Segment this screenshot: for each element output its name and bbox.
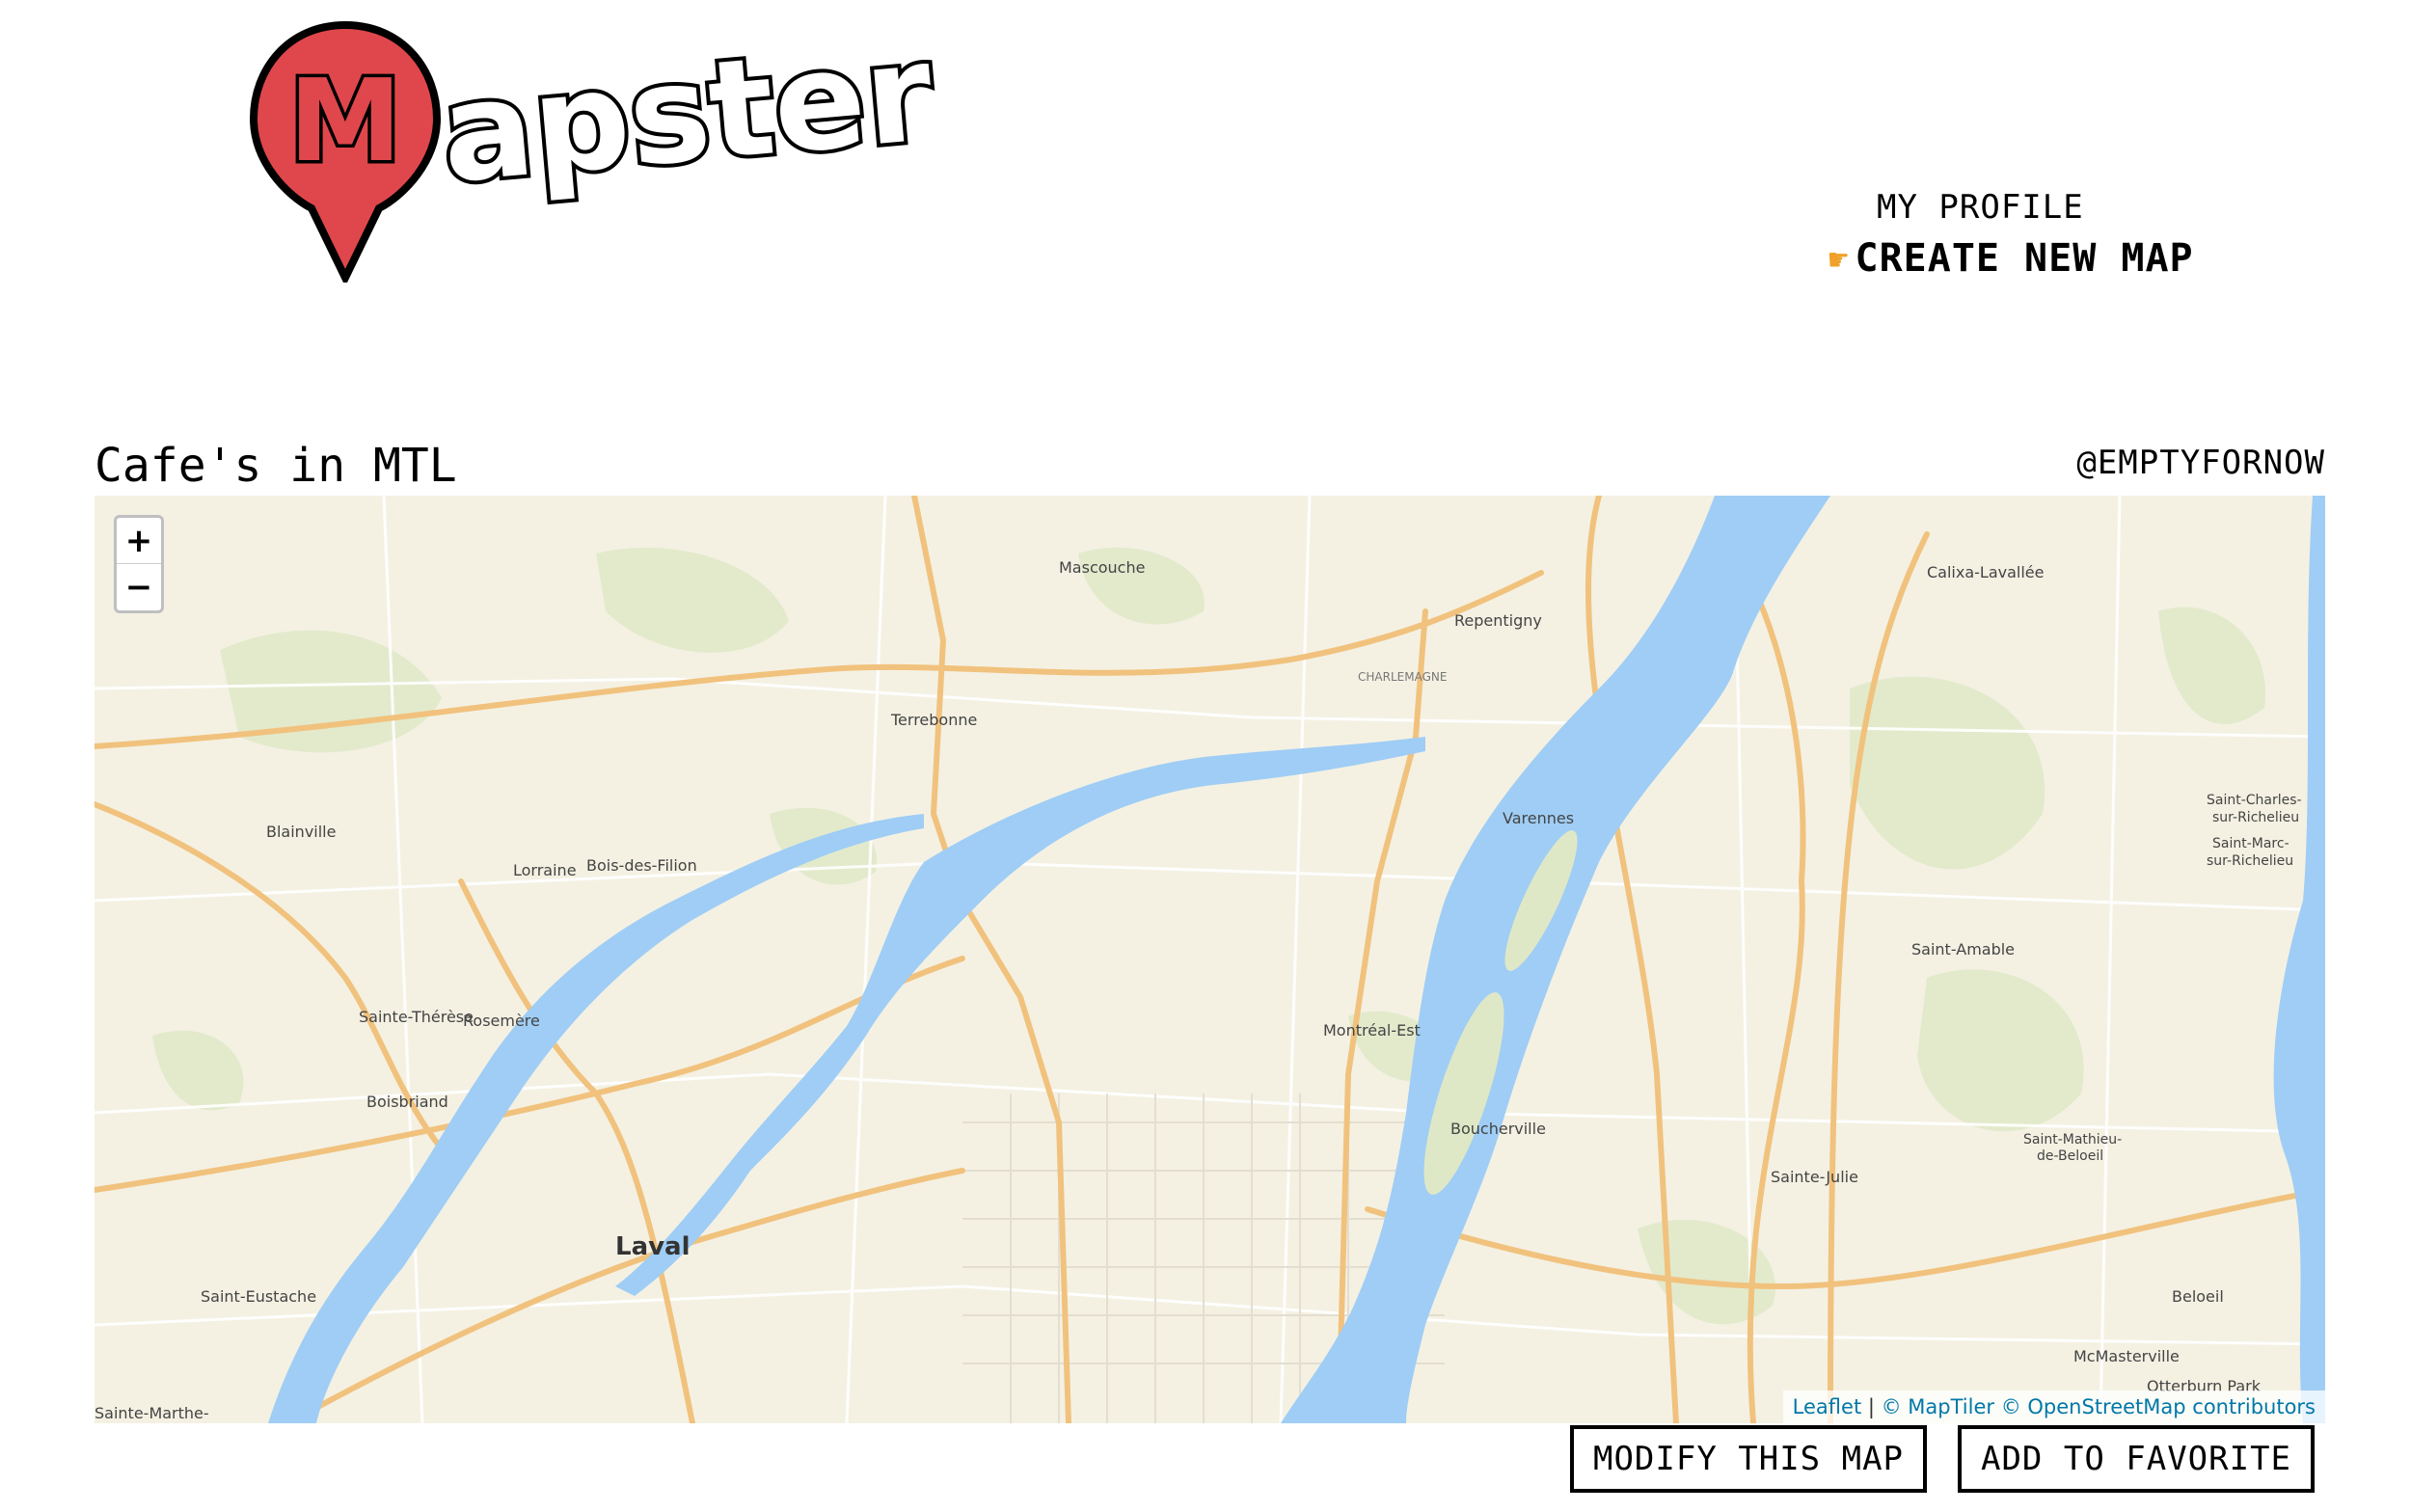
map-tiles[interactable]: Mascouche Repentigny Calixa-Lavallée Ter… [95,496,2325,1423]
modify-map-button[interactable]: MODIFY THIS MAP [1570,1425,1927,1493]
place-label: Lorraine [513,861,577,879]
place-label: de-Beloeil [2037,1148,2103,1164]
place-label: Saint-Mathieu- [2023,1132,2122,1148]
place-label: Saint-Marc- [2212,836,2289,851]
svg-text:M: M [288,54,401,187]
place-label: Laval [615,1232,691,1261]
place-label: Repentigny [1454,611,1542,630]
place-label: Sainte-Julie [1771,1168,1858,1186]
place-label: sur-Richelieu [2212,810,2299,825]
place-label: Montréal-Est [1323,1021,1421,1040]
place-label: Boucherville [1450,1120,1546,1138]
pointing-hand-icon: ☛ [1829,241,1850,280]
map-attribution: Leaflet | © MapTiler © OpenStreetMap con… [1782,1390,2325,1423]
attribution-separator: | [1861,1395,1882,1418]
place-label: Calixa-Lavallée [1927,563,2044,581]
maptiler-link[interactable]: © MapTiler [1882,1395,1994,1418]
zoom-in-button[interactable]: + [117,518,161,564]
zoom-control: + − [114,515,164,613]
place-label: sur-Richelieu [2207,853,2293,869]
nav-create-new-map[interactable]: ☛ CREATE NEW MAP [1829,236,2234,281]
place-label: CHARLEMAGNE [1358,670,1447,684]
place-label: Varennes [1503,809,1574,827]
place-label: Rosemère [463,1012,540,1030]
main-nav: MY PROFILE ☛ CREATE NEW MAP [1829,188,2234,281]
map-title: Cafe's in MTL [95,439,457,493]
place-label: Sainte-Marthe- [95,1404,209,1422]
place-label: Blainville [266,823,336,841]
place-label: Saint-Eustache [201,1287,316,1306]
logo-wordmark: apster [436,17,938,214]
place-label: McMasterville [2073,1347,2180,1365]
place-label: Mascouche [1059,558,1145,577]
mapster-logo[interactable]: M apster [249,11,982,287]
nav-create-label: CREATE NEW MAP [1855,236,2194,281]
leaflet-link[interactable]: Leaflet [1793,1395,1862,1418]
place-label: Beloeil [2172,1287,2224,1306]
add-to-favorite-button[interactable]: ADD TO FAVORITE [1958,1425,2315,1493]
nav-my-profile[interactable]: MY PROFILE [1877,188,2234,227]
place-label: Bois-des-Filion [586,856,697,875]
map-owner[interactable]: @EMPTYFORNOW [2076,444,2325,482]
logo-icon: M apster [249,11,942,287]
osm-link[interactable]: © OpenStreetMap contributors [2001,1395,2316,1418]
place-label: Sainte-Thérèse [359,1008,474,1026]
place-label: Boisbriand [366,1093,448,1111]
zoom-out-button[interactable]: − [117,564,161,610]
place-label: Terrebonne [890,711,977,729]
map-canvas[interactable]: Mascouche Repentigny Calixa-Lavallée Ter… [95,496,2325,1423]
place-label: Saint-Charles- [2207,793,2302,808]
place-label: Saint-Amable [1911,940,2015,958]
